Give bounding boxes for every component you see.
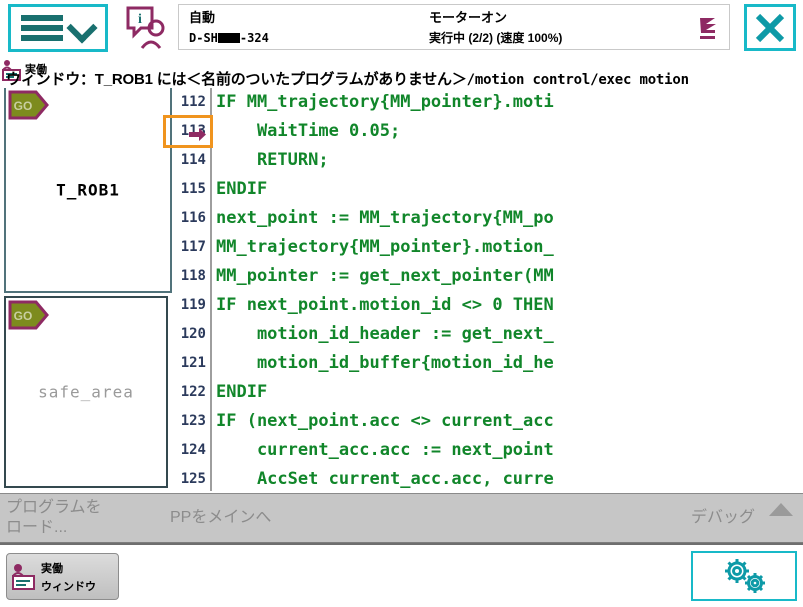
- code-line[interactable]: motion_id_header := get_next_: [216, 320, 803, 349]
- task-name-label: T_ROB1: [56, 180, 120, 199]
- code-line[interactable]: ENDIF: [216, 175, 803, 204]
- code-line[interactable]: WaitTime 0.05;: [216, 117, 803, 146]
- bottom-taskbar: 実働 ウィンドウ: [0, 543, 803, 607]
- task-panel-t-rob1[interactable]: GO T_ROB1: [4, 88, 172, 293]
- redacted-text: [217, 33, 240, 43]
- program-path-jp: ウィンドウ：T_ROB1 には＜名前のついたプログラムがありません＞: [6, 71, 467, 88]
- close-button[interactable]: [744, 4, 796, 51]
- code-line[interactable]: RETURN;: [216, 146, 803, 175]
- code-line[interactable]: MM_trajectory{MM_pointer}.motion_: [216, 233, 803, 262]
- go-badge-icon: GO: [8, 300, 50, 330]
- action-toolbar: プログラムを ロード... PPをメインへ デバッグ: [0, 493, 803, 543]
- controller-name: D-SH -324: [189, 31, 269, 45]
- close-icon: [755, 13, 785, 42]
- code-editor[interactable]: 112 113 114 115 116 117 118 119 120 121 …: [163, 88, 803, 491]
- window-title-bar: 実働 ウィンドウ：T_ROB1 には＜名前のついたプログラムがありません＞/mo…: [0, 55, 803, 88]
- task-panel-safe-area[interactable]: GO safe_area: [4, 296, 168, 488]
- pp-to-main-label: PPをメインへ: [170, 509, 272, 526]
- line-number: 125: [180, 471, 206, 487]
- program-pointer-icon: [189, 124, 207, 141]
- code-line[interactable]: IF next_point.motion_id <> 0 THEN: [216, 291, 803, 320]
- execution-state: 実行中 (2/2) (速度 100%): [429, 31, 563, 45]
- svg-text:GO: GO: [14, 99, 33, 113]
- code-line[interactable]: current_acc.acc := next_point: [216, 436, 803, 465]
- teach-pendant-screen: i 自動 D-SH -324 モーターオン 実行中 (2/2) (速度 100%): [0, 0, 803, 607]
- program-path-mono: /motion control/exec motion: [466, 72, 689, 88]
- line-number: 115: [180, 181, 206, 197]
- code-text-area[interactable]: IF MM_trajectory{MM_pointer}.moti WaitTi…: [216, 88, 803, 491]
- debug-button[interactable]: デバッグ: [691, 494, 755, 542]
- line-number: 123: [180, 413, 206, 429]
- status-panel[interactable]: 自動 D-SH -324 モーターオン 実行中 (2/2) (速度 100%): [178, 4, 730, 50]
- motor-state: モーターオン: [429, 10, 508, 25]
- go-badge-icon: GO: [8, 90, 50, 120]
- line-number-gutter: 112 113 114 115 116 117 118 119 120 121 …: [163, 88, 213, 491]
- code-line[interactable]: AccSet current_acc.acc, curre: [216, 465, 803, 491]
- robot-icon: [697, 15, 719, 41]
- load-program-button[interactable]: プログラムを ロード...: [6, 494, 156, 542]
- svg-text:GO: GO: [14, 309, 33, 323]
- taskbar-button-label-line2: ウィンドウ: [41, 580, 96, 593]
- taskbar-button-label-line1: 実働: [41, 562, 63, 575]
- main-content: GO T_ROB1 GO safe_area 112 113 114 115 1…: [0, 88, 803, 491]
- chevron-up-icon[interactable]: [769, 503, 793, 516]
- code-line[interactable]: motion_id_buffer{motion_id_he: [216, 349, 803, 378]
- code-line[interactable]: IF MM_trajectory{MM_pointer}.moti: [216, 88, 803, 117]
- program-path: ウィンドウ：T_ROB1 には＜名前のついたプログラムがありません＞/motio…: [6, 68, 801, 89]
- code-line[interactable]: ENDIF: [216, 378, 803, 407]
- line-number: 112: [180, 94, 206, 110]
- load-program-label-line2: ロード...: [6, 519, 68, 536]
- code-line[interactable]: MM_pointer := get_next_pointer(MM: [216, 262, 803, 291]
- top-header: i 自動 D-SH -324 モーターオン 実行中 (2/2) (速度 100%): [0, 0, 803, 55]
- code-line[interactable]: next_point := MM_trajectory{MM_po: [216, 204, 803, 233]
- line-number: 124: [180, 442, 206, 458]
- operating-mode: 自動: [189, 10, 216, 25]
- quickset-button[interactable]: [691, 551, 797, 601]
- svg-text:i: i: [138, 12, 142, 27]
- pp-to-main-button[interactable]: PPをメインへ: [170, 494, 271, 542]
- line-number: 121: [180, 355, 206, 371]
- task-name-label: safe_area: [38, 382, 134, 402]
- line-number: 122: [180, 384, 206, 400]
- info-user-icon[interactable]: i: [122, 6, 168, 50]
- main-menu-button[interactable]: [8, 4, 108, 52]
- line-number: 118: [180, 268, 206, 284]
- chevron-down-icon: [69, 15, 95, 41]
- taskbar-production-window-button[interactable]: 実働 ウィンドウ: [6, 553, 119, 600]
- line-number: 117: [180, 239, 206, 255]
- line-number-pointer[interactable]: 113: [163, 115, 213, 148]
- gears-icon: [725, 559, 765, 593]
- hamburger-icon: [21, 15, 63, 41]
- debug-label: デバッグ: [690, 509, 755, 526]
- line-number: 116: [180, 210, 206, 226]
- code-line[interactable]: IF (next_point.acc <> current_acc: [216, 407, 803, 436]
- line-number: 114: [180, 152, 206, 168]
- line-number: 119: [180, 297, 206, 313]
- production-window-icon: [12, 563, 35, 590]
- operating-mode-block: 自動 D-SH -324: [189, 8, 269, 48]
- motor-state-block: モーターオン 実行中 (2/2) (速度 100%): [429, 8, 562, 48]
- load-program-label-line1: プログラムを: [6, 499, 102, 516]
- line-number: 120: [180, 326, 206, 342]
